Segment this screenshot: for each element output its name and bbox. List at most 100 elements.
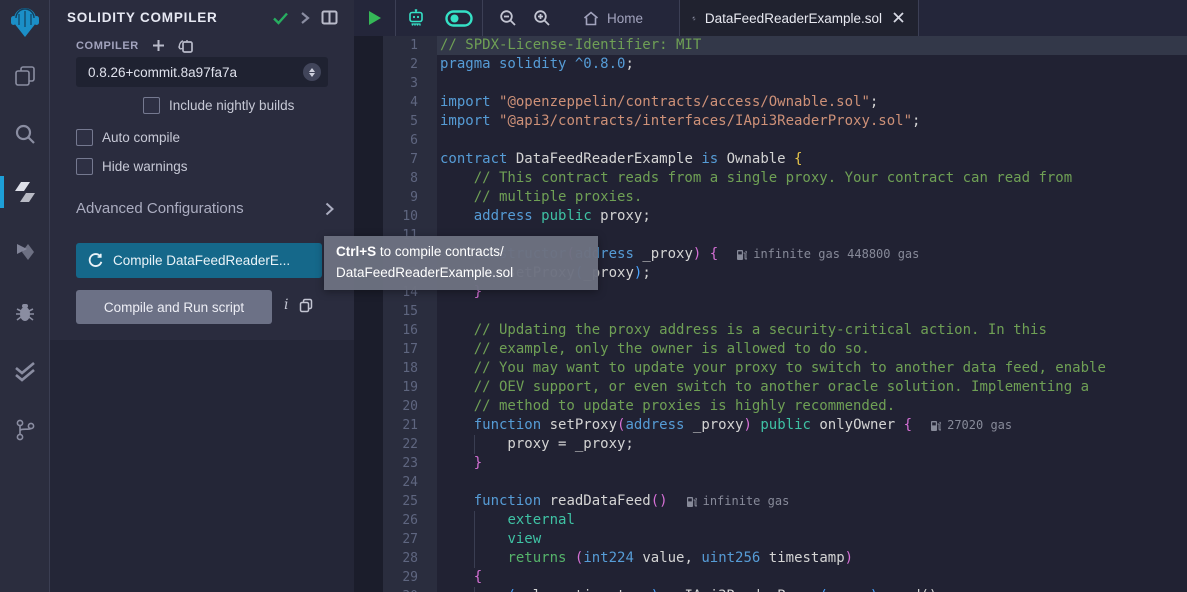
tab-close-icon[interactable] — [891, 9, 906, 28]
breakpoint-margin[interactable] — [354, 587, 383, 592]
line-number[interactable]: 25 — [383, 492, 437, 511]
breakpoint-margin[interactable] — [354, 150, 383, 169]
zoom-out-button[interactable] — [491, 0, 525, 36]
code-line: { — [437, 568, 1187, 587]
code-row: 19 // OEV support, or even switch to ano… — [354, 378, 1187, 397]
icon-rail — [0, 0, 50, 592]
breakpoint-margin[interactable] — [354, 492, 383, 511]
line-number[interactable]: 16 — [383, 321, 437, 340]
line-number[interactable]: 7 — [383, 150, 437, 169]
breakpoint-margin[interactable] — [354, 36, 383, 55]
breakpoint-margin[interactable] — [354, 112, 383, 131]
home-tab[interactable]: Home — [569, 0, 657, 36]
breakpoint-margin[interactable] — [354, 359, 383, 378]
breakpoint-margin[interactable] — [354, 473, 383, 492]
breakpoint-margin[interactable] — [354, 378, 383, 397]
line-number[interactable]: 20 — [383, 397, 437, 416]
chevron-right-icon — [325, 202, 334, 216]
line-number[interactable]: 17 — [383, 340, 437, 359]
hide-warnings-checkbox[interactable] — [76, 158, 93, 175]
breakpoint-margin[interactable] — [354, 340, 383, 359]
code-line: import "@api3/contracts/interfaces/IApi3… — [437, 112, 1187, 131]
code-editor[interactable]: 1// SPDX-License-Identifier: MIT2pragma … — [354, 36, 1187, 592]
sidebar-item-file-explorer[interactable] — [0, 54, 50, 98]
ai-copilot-toggle[interactable] — [436, 0, 482, 36]
compile-and-run-button[interactable]: Compile and Run script — [76, 290, 272, 324]
compile-button[interactable]: Compile DataFeedReaderE... — [76, 243, 322, 278]
code-line: // Updating the proxy address is a secur… — [437, 321, 1187, 340]
line-number[interactable]: 6 — [383, 131, 437, 150]
breakpoint-margin[interactable] — [354, 55, 383, 74]
line-number[interactable]: 9 — [383, 188, 437, 207]
code-line: } — [437, 454, 1187, 473]
line-number[interactable]: 3 — [383, 74, 437, 93]
code-row: 4import "@openzeppelin/contracts/access/… — [354, 93, 1187, 112]
advanced-configurations-toggle[interactable]: Advanced Configurations — [76, 200, 334, 217]
sidebar-item-debugger[interactable] — [0, 290, 50, 334]
breakpoint-margin[interactable] — [354, 568, 383, 587]
sidebar-item-solidity-compiler[interactable] — [0, 170, 50, 214]
breakpoint-margin[interactable] — [354, 511, 383, 530]
breakpoint-margin[interactable] — [354, 169, 383, 188]
line-number[interactable]: 24 — [383, 473, 437, 492]
line-number[interactable]: 22 — [383, 435, 437, 454]
code-row: 28 returns (int224 value, uint256 timest… — [354, 549, 1187, 568]
line-number[interactable]: 26 — [383, 511, 437, 530]
add-compiler-icon[interactable] — [152, 39, 165, 52]
info-icon[interactable]: i — [284, 297, 288, 313]
line-number[interactable]: 21 — [383, 416, 437, 435]
hide-warnings-label: Hide warnings — [102, 159, 188, 174]
line-number[interactable]: 1 — [383, 36, 437, 55]
breakpoint-margin[interactable] — [354, 321, 383, 340]
line-number[interactable]: 2 — [383, 55, 437, 74]
breakpoint-margin[interactable] — [354, 530, 383, 549]
auto-compile-checkbox[interactable] — [76, 129, 93, 146]
line-number[interactable]: 10 — [383, 207, 437, 226]
split-view-icon[interactable] — [321, 10, 338, 25]
breakpoint-margin[interactable] — [354, 74, 383, 93]
code-line: // method to update proxies is highly re… — [437, 397, 1187, 416]
chevron-right-icon[interactable] — [300, 11, 310, 25]
line-number[interactable]: 15 — [383, 302, 437, 321]
line-number[interactable]: 8 — [383, 169, 437, 188]
reload-compiler-icon[interactable] — [178, 38, 194, 53]
file-explorer-icon — [13, 64, 37, 88]
sidebar-item-search[interactable] — [0, 112, 50, 156]
breakpoint-margin[interactable] — [354, 454, 383, 473]
breakpoint-margin[interactable] — [354, 207, 383, 226]
breakpoint-margin[interactable] — [354, 416, 383, 435]
sidebar-item-unit-testing[interactable] — [0, 350, 50, 394]
breakpoint-margin[interactable] — [354, 188, 383, 207]
line-number[interactable]: 29 — [383, 568, 437, 587]
zoom-in-button[interactable] — [525, 0, 559, 36]
line-number[interactable]: 30 — [383, 587, 437, 592]
tab-datafeedreaderexample[interactable]: DataFeedReaderExample.sol — [679, 0, 919, 36]
code-row: 21 function setProxy(address _proxy) pub… — [354, 416, 1187, 435]
breakpoint-margin[interactable] — [354, 549, 383, 568]
line-number[interactable]: 19 — [383, 378, 437, 397]
remix-logo[interactable] — [0, 0, 50, 48]
code-line: proxy = _proxy; — [437, 435, 1187, 454]
breakpoint-margin[interactable] — [354, 397, 383, 416]
sidebar-item-git[interactable] — [0, 408, 50, 452]
code-row: 15 — [354, 302, 1187, 321]
ai-assistant-button[interactable] — [396, 0, 436, 36]
line-number[interactable]: 5 — [383, 112, 437, 131]
line-number[interactable]: 27 — [383, 530, 437, 549]
breakpoint-margin[interactable] — [354, 93, 383, 112]
code-row: 27 view — [354, 530, 1187, 549]
sidebar-item-deploy-run[interactable] — [0, 230, 50, 274]
line-number[interactable]: 28 — [383, 549, 437, 568]
nightly-builds-checkbox[interactable] — [143, 97, 160, 114]
compiler-version-select[interactable]: 0.8.26+commit.8a97fa7a — [76, 57, 328, 87]
line-number[interactable]: 18 — [383, 359, 437, 378]
breakpoint-margin[interactable] — [354, 302, 383, 321]
breakpoint-margin[interactable] — [354, 435, 383, 454]
run-script-button[interactable] — [354, 0, 395, 36]
solidity-compiler-icon — [14, 180, 36, 204]
breakpoint-margin[interactable] — [354, 131, 383, 150]
copy-icon[interactable] — [299, 298, 313, 313]
tab-label: DataFeedReaderExample.sol — [705, 11, 882, 26]
line-number[interactable]: 23 — [383, 454, 437, 473]
line-number[interactable]: 4 — [383, 93, 437, 112]
